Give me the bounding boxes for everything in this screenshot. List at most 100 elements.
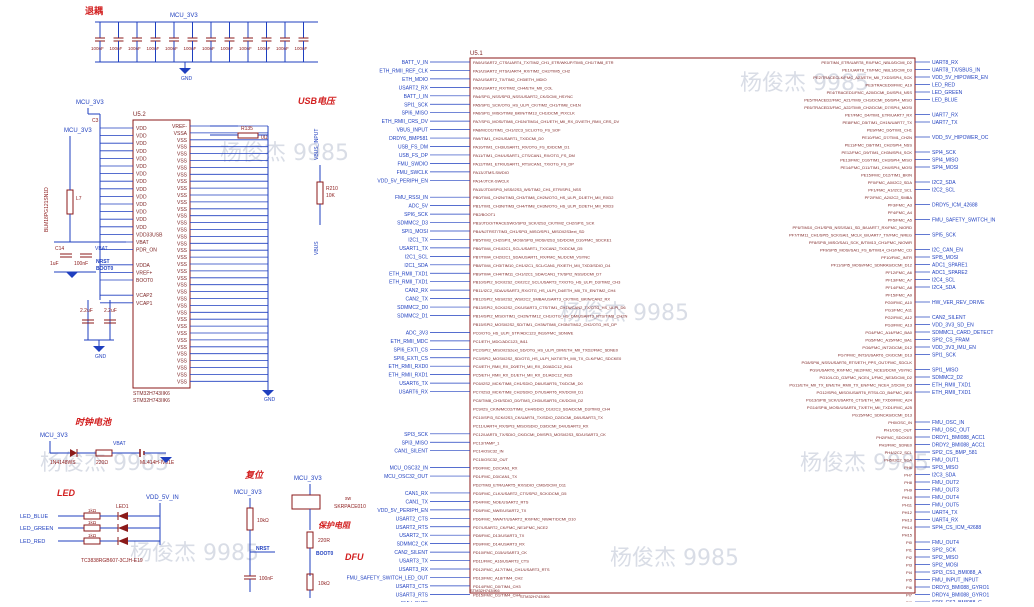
main-chip-right-net: FMU_SAFETY_SWITCH_IN [932, 218, 996, 224]
power-chip-pin-label: VDDA [136, 263, 151, 269]
decoupling-gnd-label: GND [181, 76, 193, 82]
led-diode-icon [118, 524, 128, 532]
main-chip-left-func: PB6/TIM4_CH1/I2C1_SCL/USART1_TX/CAN2_TX/… [473, 246, 583, 251]
main-chip-right-net: FMU_INPUT_INPUT [932, 578, 978, 584]
gnd-symbol-icon [93, 346, 105, 352]
power-chip-pin-label: VDD33USB [136, 232, 163, 238]
main-chip-right-func: PF4/FMC_A4 [888, 210, 913, 215]
main-chip-left-func: PD9/FMC_D14/USART3_RX [473, 542, 525, 547]
power-chip-pin-label: VDD [136, 149, 147, 155]
main-chip-section: U5.1 PA0/USART2_CTS/UART4_TX/TIM2_CH1_ET… [347, 51, 996, 607]
main-chip-left-func: PC15/OSC32_OUT [473, 457, 508, 462]
main-chip-right-net: SPI5_MOSI [932, 255, 958, 261]
main-chip-right-func: PG3/FMC_A13 [885, 323, 913, 328]
decoupling-heading: 退耦 [85, 5, 103, 16]
main-chip-right-func: PF1/FMC_A1/I2C2_SCL [868, 188, 913, 193]
main-chip-right-func: PI7 [906, 593, 913, 598]
main-chip-right-func: PI2 [906, 555, 913, 560]
main-chip-left-net: SPI1_MOSI [402, 229, 428, 235]
power-chip-pin-label: PDR_ON [136, 248, 157, 254]
main-chip-right-net: I2C_CAN_EN [932, 248, 963, 254]
dfu-boot0-label: BOOT0 [316, 551, 333, 557]
main-chip-right-func: PF10/FMC_INTR [881, 255, 912, 260]
main-chip-right-net: SPI3_CS1_BMI088_A [932, 570, 982, 576]
main-chip-left-net: USART3_RX [399, 567, 429, 573]
main-chip-right-func: PH0/OSC_IN [888, 420, 912, 425]
main-chip-left-net: CAN2_RX [405, 288, 429, 294]
power-chip-pin-label: BOOT0 [136, 278, 153, 284]
power-chip-pin-label: VDD [136, 126, 147, 132]
main-chip-right-func: PE14/FMC_D11/TIM1_CH4/SPI4_MOSI [840, 165, 912, 170]
main-chip-right-net: SPI5_SCK [932, 233, 957, 239]
main-chip-right-net: VDD_5V_HIPOWER_OC [932, 135, 989, 141]
main-chip-left-func: PA7/SPI1_MOSI/TIM8_CH1N/TIM14_CH1/ETH_MI… [473, 119, 620, 124]
r135-value: 0Ω [261, 135, 268, 141]
main-chip-right-func: PG11/ETH_MII_TX_EN/ETH_RMII_TX_EN/FMC_NC… [789, 383, 912, 388]
main-chip-left-func: PA8/MCO1/TIM1_CH1/I2C3_SCL/OTG_FS_SOF [473, 128, 561, 133]
r210-value: 10K [326, 193, 336, 199]
main-chip-left-func: PA13/JTMS-SWDIO [473, 170, 509, 175]
main-chip-left-func: PD7/USART2_CK/FMC_NE1/FMC_NCE2 [473, 525, 549, 530]
power-chip-pin-label: VDD [136, 225, 147, 231]
main-chip-left-net: DRDY6_BMP581 [389, 136, 428, 142]
main-chip-right-net: I2C3_SDA [932, 473, 956, 479]
c14-value: 1uF [50, 261, 59, 267]
main-chip-left-func: PB12/SPI2_NSS/I2S2_WS/I2C2_SMBA/USART3_C… [473, 297, 610, 302]
rtc-resistor-label: 220Ω [96, 460, 108, 466]
main-chip-right-func: PE6/TRACED3/FMC_A22/TIM9_CH2/DCMI_D7/SPI… [804, 105, 912, 110]
main-chip-right-net: SPI4_CS_ICM_42688 [932, 525, 981, 531]
power-chip-gnd-label: GND [264, 397, 276, 403]
power-chip-pin-label: VDD [136, 210, 147, 216]
power-chip-pin-label: VDD [136, 141, 147, 147]
reset-section: 复位 MCU_3V3 10kΩ NRST 100nF [234, 470, 275, 592]
main-chip-left-func: PB14/SPI2_MISO/TIM1_CH2N/TIM12_CH1/OTG_H… [473, 314, 627, 319]
power-chip-vss-label: VSS [177, 214, 188, 220]
main-chip-right-net: SPI1_MISO [932, 368, 959, 374]
main-chip-right-func: PI1 [906, 548, 913, 553]
main-chip-right-func: PI4 [906, 570, 913, 575]
main-chip-right-func: PG14/SPI6_MOSI/USART6_TX/ETH_MII_TXD1/FM… [807, 405, 913, 410]
main-chip-left-net: SDMMC2_D1 [397, 314, 428, 320]
main-chip-right-func: PG5/FMC_A15/FMC_BA1 [865, 338, 912, 343]
decoupling-cap-value: 100nF [165, 46, 178, 51]
main-chip-left-net: USART6_RX [399, 390, 429, 396]
usb-voltage-heading: USB电压 [298, 96, 337, 106]
main-chip-left-func: PC14/OSC32_IN [473, 449, 504, 454]
main-chip-right-func: PH2/FMC_SDCKE0 [876, 435, 913, 440]
decoupling-cap-value: 100nF [184, 46, 197, 51]
main-chip-left-net: FMU_RSSI_IN [395, 195, 428, 201]
main-chip-left-net: USART2_TX [399, 533, 428, 539]
power-chip-vss-label: VSS [177, 324, 188, 330]
main-chip-left-net: FMU_SWCLK [397, 170, 429, 176]
main-chip-right-func: PG6/FMC_INT2/DCMI_D12 [862, 345, 912, 350]
main-chip-part-number-2: STM32H743IIK6 [520, 594, 550, 599]
power-chip-vss-label: VSS [177, 372, 188, 378]
decoupling-cap-value: 100nF [110, 46, 123, 51]
main-chip-right-net: SPI4_SCK [932, 150, 957, 156]
main-chip-right-net: SPI2_MOSI [932, 563, 958, 569]
power-chip-pin-label: VDD [136, 172, 147, 178]
power-chip-net-left: MCU_3V3 [64, 128, 92, 134]
main-chip-right-func: PH7 [904, 473, 913, 478]
main-chip-left-func: PB5/TIM3_CH2/SPI1_MOSI/SPI3_MOSI/I2S3_SD… [473, 237, 612, 242]
decoupling-cap-value: 100nF [221, 46, 234, 51]
main-chip-right-func: PH11 [902, 503, 912, 508]
led-heading: LED [57, 488, 76, 498]
main-chip-left-net: I2C1_SDA [404, 263, 428, 269]
main-chip-left-net: SPI1_SCK [404, 102, 429, 108]
main-chip-right-net: ETH_RMII_TXD1 [932, 390, 971, 396]
main-chip-left-net: CAN2_TX [405, 297, 428, 303]
main-chip-left-func: PA6/SPI1_MISO/TIM8_BKIN/TIM13_CH1/DCMI_P… [473, 111, 575, 116]
main-chip-left-func: PD3/FMC_CLK/USART2_CTS/SPI2_SCK/DCMI_D5 [473, 491, 567, 496]
main-chip-right-func: PF12/FMC_A6 [886, 270, 913, 275]
main-chip-right-net: I2C4_SDA [932, 285, 956, 291]
main-chip-left-func: PC7/I2S3_MCK/TIM8_CH2/SDIO_D7/USART6_RX/… [473, 390, 584, 395]
power-chip-vss-label: VSS [177, 283, 188, 289]
watermark: 杨俊杰 9985 [130, 541, 259, 566]
main-chip-right-func: PF2/FMC_A2/I2C2_SMBA [865, 195, 913, 200]
main-chip-right-func: PG10/LCD_G3/FMC_NCE4_1/FMC_NE3/DCMI_D2 [820, 375, 913, 380]
main-chip-left-net: USART3_CTS [396, 584, 429, 590]
main-chip-right-net: UART8_TX/SBUS_IN [932, 68, 981, 74]
decoupling-cap-value: 100nF [91, 46, 104, 51]
main-chip-left-net: ETH_RMII_RXD1 [389, 373, 429, 379]
